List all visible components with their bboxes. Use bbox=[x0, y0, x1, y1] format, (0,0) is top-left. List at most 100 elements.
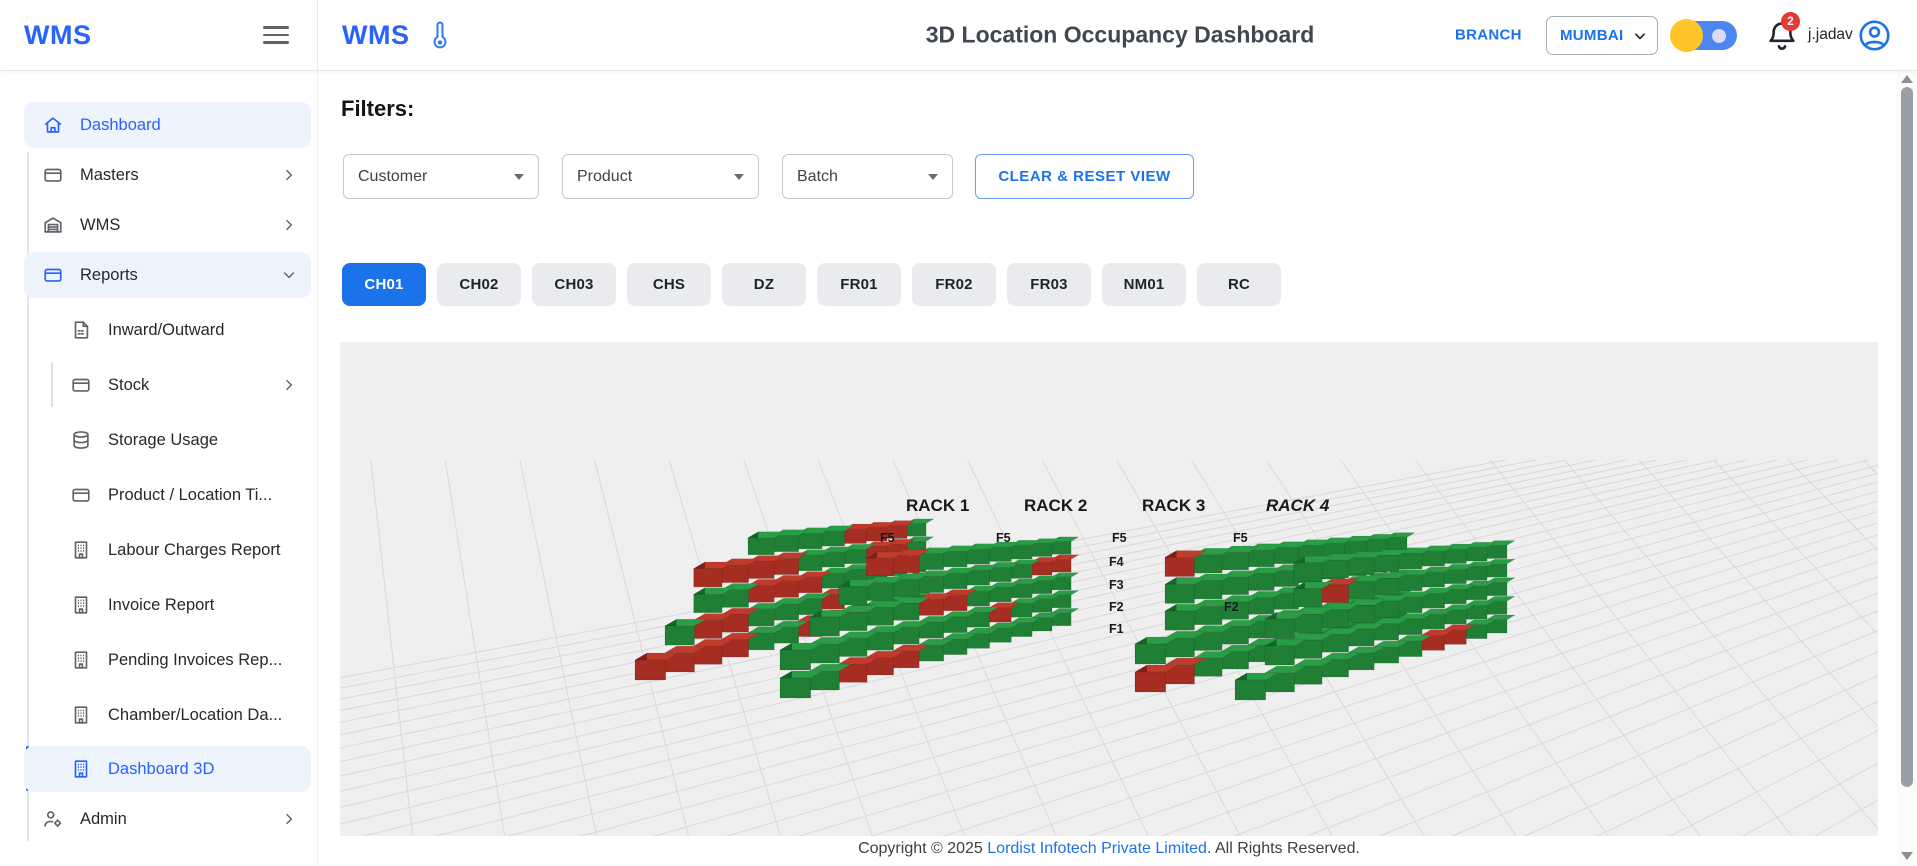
rack-label-2: RACK 2 bbox=[1024, 496, 1088, 515]
chamber-button-fr02[interactable]: FR02 bbox=[912, 263, 996, 306]
sidebar-item-label: Dashboard 3D bbox=[108, 759, 215, 778]
card-icon bbox=[42, 164, 64, 186]
sidebar-item-label: Stock bbox=[108, 375, 150, 394]
chamber-button-ch02[interactable]: CH02 bbox=[437, 263, 521, 306]
company-link[interactable]: Lordist Infotech Private Limited bbox=[987, 840, 1207, 857]
floor-label: F5 bbox=[1112, 531, 1127, 545]
sidebar-item-chamber-location[interactable]: Chamber/Location Da... bbox=[24, 692, 311, 738]
branch-select-value: MUMBAI bbox=[1560, 27, 1624, 44]
toggle-sun-thumb bbox=[1670, 19, 1703, 52]
sidebar-item-pending-invoices[interactable]: Pending Invoices Rep... bbox=[24, 637, 311, 683]
customer-select-value: Customer bbox=[358, 167, 428, 185]
wms-app: WMS WMS 3D Location Occupancy Dashboard … bbox=[0, 0, 1917, 866]
thermometer-icon[interactable] bbox=[427, 20, 453, 50]
theme-toggle[interactable] bbox=[1670, 19, 1737, 52]
card-icon bbox=[70, 374, 92, 396]
building-icon bbox=[70, 649, 92, 671]
chamber-button-nm01[interactable]: NM01 bbox=[1102, 263, 1186, 306]
chevron-down-icon bbox=[281, 267, 297, 283]
sidebar-item-invoice-report[interactable]: Invoice Report bbox=[24, 582, 311, 628]
document-icon bbox=[70, 319, 92, 341]
customer-filter-select[interactable]: Customer bbox=[343, 154, 539, 199]
building-icon bbox=[70, 539, 92, 561]
sidebar-item-label: Storage Usage bbox=[108, 430, 219, 449]
warehouse-icon bbox=[42, 214, 64, 236]
floor-label: F5 bbox=[880, 531, 895, 545]
branch-label: BRANCH bbox=[1455, 26, 1522, 44]
footer-copyright: Copyright © 2025 Lordist Infotech Privat… bbox=[340, 840, 1878, 858]
admin-user-gear-icon bbox=[42, 808, 64, 830]
sidebar-item-masters[interactable]: Masters bbox=[24, 152, 311, 198]
hamburger-menu-icon[interactable] bbox=[263, 21, 289, 49]
batch-select-value: Batch bbox=[797, 167, 838, 185]
chamber-button-dz[interactable]: DZ bbox=[722, 263, 806, 306]
sidebar-item-label: Product / Location Ti... bbox=[108, 485, 273, 504]
sidebar-item-labour-charges[interactable]: Labour Charges Report bbox=[24, 527, 311, 573]
card-icon bbox=[70, 484, 92, 506]
branch-select[interactable]: MUMBAI bbox=[1546, 16, 1658, 55]
chamber-button-chs[interactable]: CHS bbox=[627, 263, 711, 306]
sidebar-nav: Dashboard Masters WMS Reports Inward/Out… bbox=[0, 71, 318, 866]
product-select-value: Product bbox=[577, 167, 633, 185]
notifications-bell[interactable]: 2 bbox=[1764, 12, 1800, 54]
user-avatar-icon[interactable] bbox=[1858, 19, 1891, 52]
floor-label: F5 bbox=[996, 531, 1011, 545]
building-icon bbox=[70, 758, 92, 780]
chevron-right-icon bbox=[281, 811, 297, 827]
notification-badge: 2 bbox=[1781, 12, 1800, 31]
sidebar-item-wms[interactable]: WMS bbox=[24, 202, 311, 248]
sidebar-item-label: Chamber/Location Da... bbox=[108, 705, 283, 724]
sidebar-item-reports[interactable]: Reports bbox=[24, 252, 311, 298]
floor-label: F4 bbox=[1109, 555, 1124, 569]
batch-filter-select[interactable]: Batch bbox=[782, 154, 953, 199]
chevron-right-icon bbox=[281, 377, 297, 393]
occupancy-3d-canvas[interactable]: RACK 1 RACK 2 RACK 3 RACK 4 F5 F5 F5 F4 … bbox=[340, 342, 1878, 836]
sidebar-item-label: Labour Charges Report bbox=[108, 540, 281, 559]
floor-label: F3 bbox=[1109, 578, 1124, 592]
sidebar-item-product-location[interactable]: Product / Location Ti... bbox=[24, 472, 311, 518]
page-title: 3D Location Occupancy Dashboard bbox=[925, 21, 1315, 48]
filters-heading: Filters: bbox=[341, 96, 415, 121]
username-label: j.jadav bbox=[1808, 26, 1853, 43]
sidebar-item-inward-outward[interactable]: Inward/Outward bbox=[24, 307, 311, 353]
copyright-prefix: Copyright © 2025 bbox=[858, 840, 988, 857]
wms-app-logo: WMS bbox=[342, 19, 410, 50]
home-icon bbox=[42, 114, 64, 136]
sidebar-item-label: Inward/Outward bbox=[108, 320, 225, 339]
product-filter-select[interactable]: Product bbox=[562, 154, 759, 199]
sidebar-item-admin[interactable]: Admin bbox=[24, 796, 311, 842]
sidebar-item-label: Invoice Report bbox=[108, 595, 215, 614]
dropdown-caret-icon bbox=[514, 173, 524, 180]
sidebar-item-stock[interactable]: Stock bbox=[24, 362, 311, 408]
chamber-button-fr01[interactable]: FR01 bbox=[817, 263, 901, 306]
sidebar-item-label: Dashboard bbox=[80, 115, 161, 134]
rack-label-1: RACK 1 bbox=[906, 496, 970, 515]
copyright-suffix: . All Rights Reserved. bbox=[1206, 840, 1360, 857]
floor-label: F2 bbox=[1109, 600, 1124, 614]
floor-label: F1 bbox=[1109, 622, 1124, 636]
scrollbar-down-arrow[interactable] bbox=[1901, 852, 1913, 860]
chamber-button-ch01[interactable]: CH01 bbox=[342, 263, 426, 306]
building-icon bbox=[70, 704, 92, 726]
sidebar-item-label: Pending Invoices Rep... bbox=[108, 650, 283, 669]
app-logo-group: WMS bbox=[342, 0, 453, 70]
building-icon bbox=[70, 594, 92, 616]
sidebar-item-label: Admin bbox=[80, 809, 127, 828]
chamber-button-ch03[interactable]: CH03 bbox=[532, 263, 616, 306]
chevron-down-icon bbox=[1633, 29, 1647, 43]
top-header: WMS WMS 3D Location Occupancy Dashboard … bbox=[0, 0, 1917, 71]
sidebar-item-dashboard-3d[interactable]: Dashboard 3D bbox=[24, 746, 311, 792]
sidebar-item-storage-usage[interactable]: Storage Usage bbox=[24, 417, 311, 463]
sidebar-item-dashboard[interactable]: Dashboard bbox=[24, 102, 311, 148]
page-scrollbar[interactable] bbox=[1897, 71, 1917, 866]
scrollbar-up-arrow[interactable] bbox=[1901, 75, 1913, 83]
wms-logo: WMS bbox=[24, 19, 92, 50]
chevron-right-icon bbox=[281, 217, 297, 233]
rack-label-3: RACK 3 bbox=[1142, 496, 1206, 515]
dropdown-caret-icon bbox=[928, 173, 938, 180]
scrollbar-thumb[interactable] bbox=[1901, 87, 1913, 787]
clear-reset-view-button[interactable]: CLEAR & RESET VIEW bbox=[975, 154, 1194, 199]
chamber-button-fr03[interactable]: FR03 bbox=[1007, 263, 1091, 306]
chamber-button-rc[interactable]: RC bbox=[1197, 263, 1281, 306]
dropdown-caret-icon bbox=[734, 173, 744, 180]
